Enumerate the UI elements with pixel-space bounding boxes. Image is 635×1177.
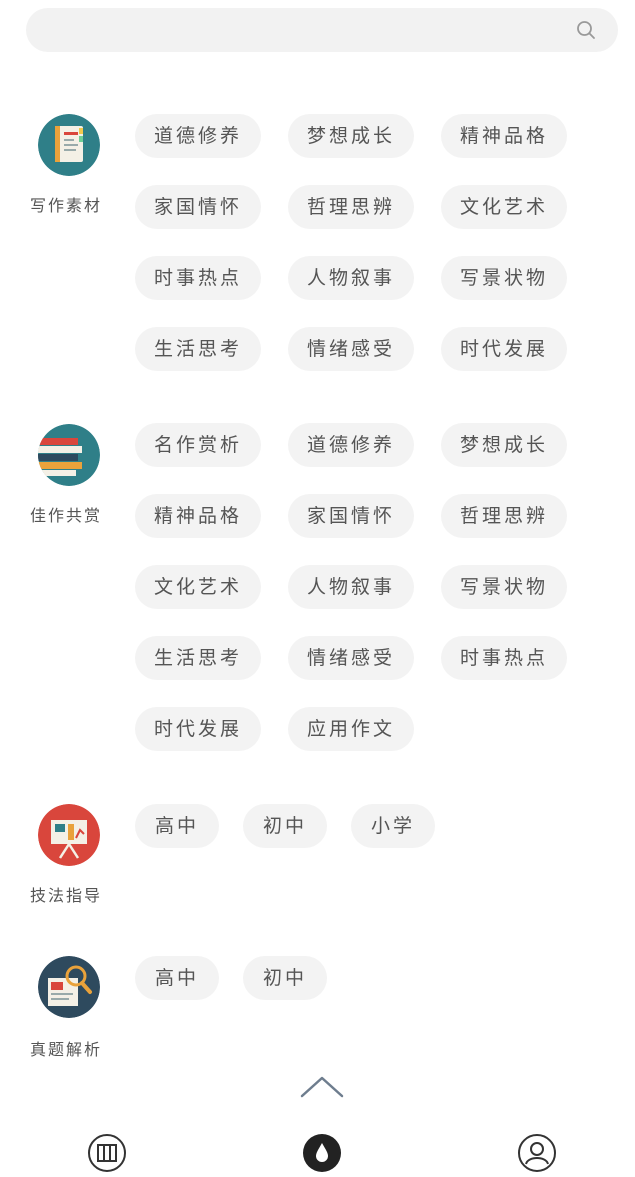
chip[interactable]: 生活思考 [135, 636, 261, 680]
chevron-up-icon[interactable] [298, 1072, 346, 1102]
chip[interactable]: 精神品格 [441, 114, 567, 158]
chip[interactable]: 人物叙事 [288, 565, 414, 609]
chip[interactable]: 梦想成长 [288, 114, 414, 158]
notebook-icon[interactable] [38, 114, 100, 176]
chip[interactable]: 初中 [243, 956, 327, 1000]
presentation-board-icon[interactable] [38, 804, 100, 866]
profile-icon[interactable] [516, 1132, 558, 1174]
category-label: 佳作共赏 [30, 506, 103, 525]
search-bar[interactable] [26, 8, 618, 52]
chip[interactable]: 家国情怀 [288, 494, 414, 538]
category-label: 写作素材 [30, 196, 103, 215]
category-label: 技法指导 [30, 886, 103, 905]
chip[interactable]: 时事热点 [441, 636, 567, 680]
chip[interactable]: 文化艺术 [135, 565, 261, 609]
chip[interactable]: 梦想成长 [441, 423, 567, 467]
chip[interactable]: 写景状物 [441, 256, 567, 300]
search-icon[interactable] [576, 20, 596, 40]
chip[interactable]: 道德修养 [288, 423, 414, 467]
book-icon[interactable] [86, 1132, 128, 1174]
chip[interactable]: 道德修养 [135, 114, 261, 158]
magnifier-document-icon[interactable] [38, 956, 100, 1018]
chip[interactable]: 哲理思辨 [441, 494, 567, 538]
chip[interactable]: 时代发展 [441, 327, 567, 371]
chip[interactable]: 情绪感受 [288, 327, 414, 371]
chip[interactable]: 精神品格 [135, 494, 261, 538]
bottom-tab-bar [0, 1120, 635, 1177]
chip[interactable]: 生活思考 [135, 327, 261, 371]
chip[interactable]: 名作赏析 [135, 423, 261, 467]
chip[interactable]: 时事热点 [135, 256, 261, 300]
chip[interactable]: 高中 [135, 956, 219, 1000]
chip[interactable]: 小学 [351, 804, 435, 848]
chip[interactable]: 高中 [135, 804, 219, 848]
chip[interactable]: 应用作文 [288, 707, 414, 751]
chip[interactable]: 写景状物 [441, 565, 567, 609]
chip[interactable]: 时代发展 [135, 707, 261, 751]
category-label: 真题解析 [30, 1040, 103, 1059]
chip[interactable]: 文化艺术 [441, 185, 567, 229]
chip[interactable]: 初中 [243, 804, 327, 848]
chip[interactable]: 家国情怀 [135, 185, 261, 229]
chip[interactable]: 哲理思辨 [288, 185, 414, 229]
books-stack-icon[interactable] [38, 424, 100, 486]
ink-drop-icon[interactable] [301, 1132, 343, 1174]
chip[interactable]: 情绪感受 [288, 636, 414, 680]
chip[interactable]: 人物叙事 [288, 256, 414, 300]
